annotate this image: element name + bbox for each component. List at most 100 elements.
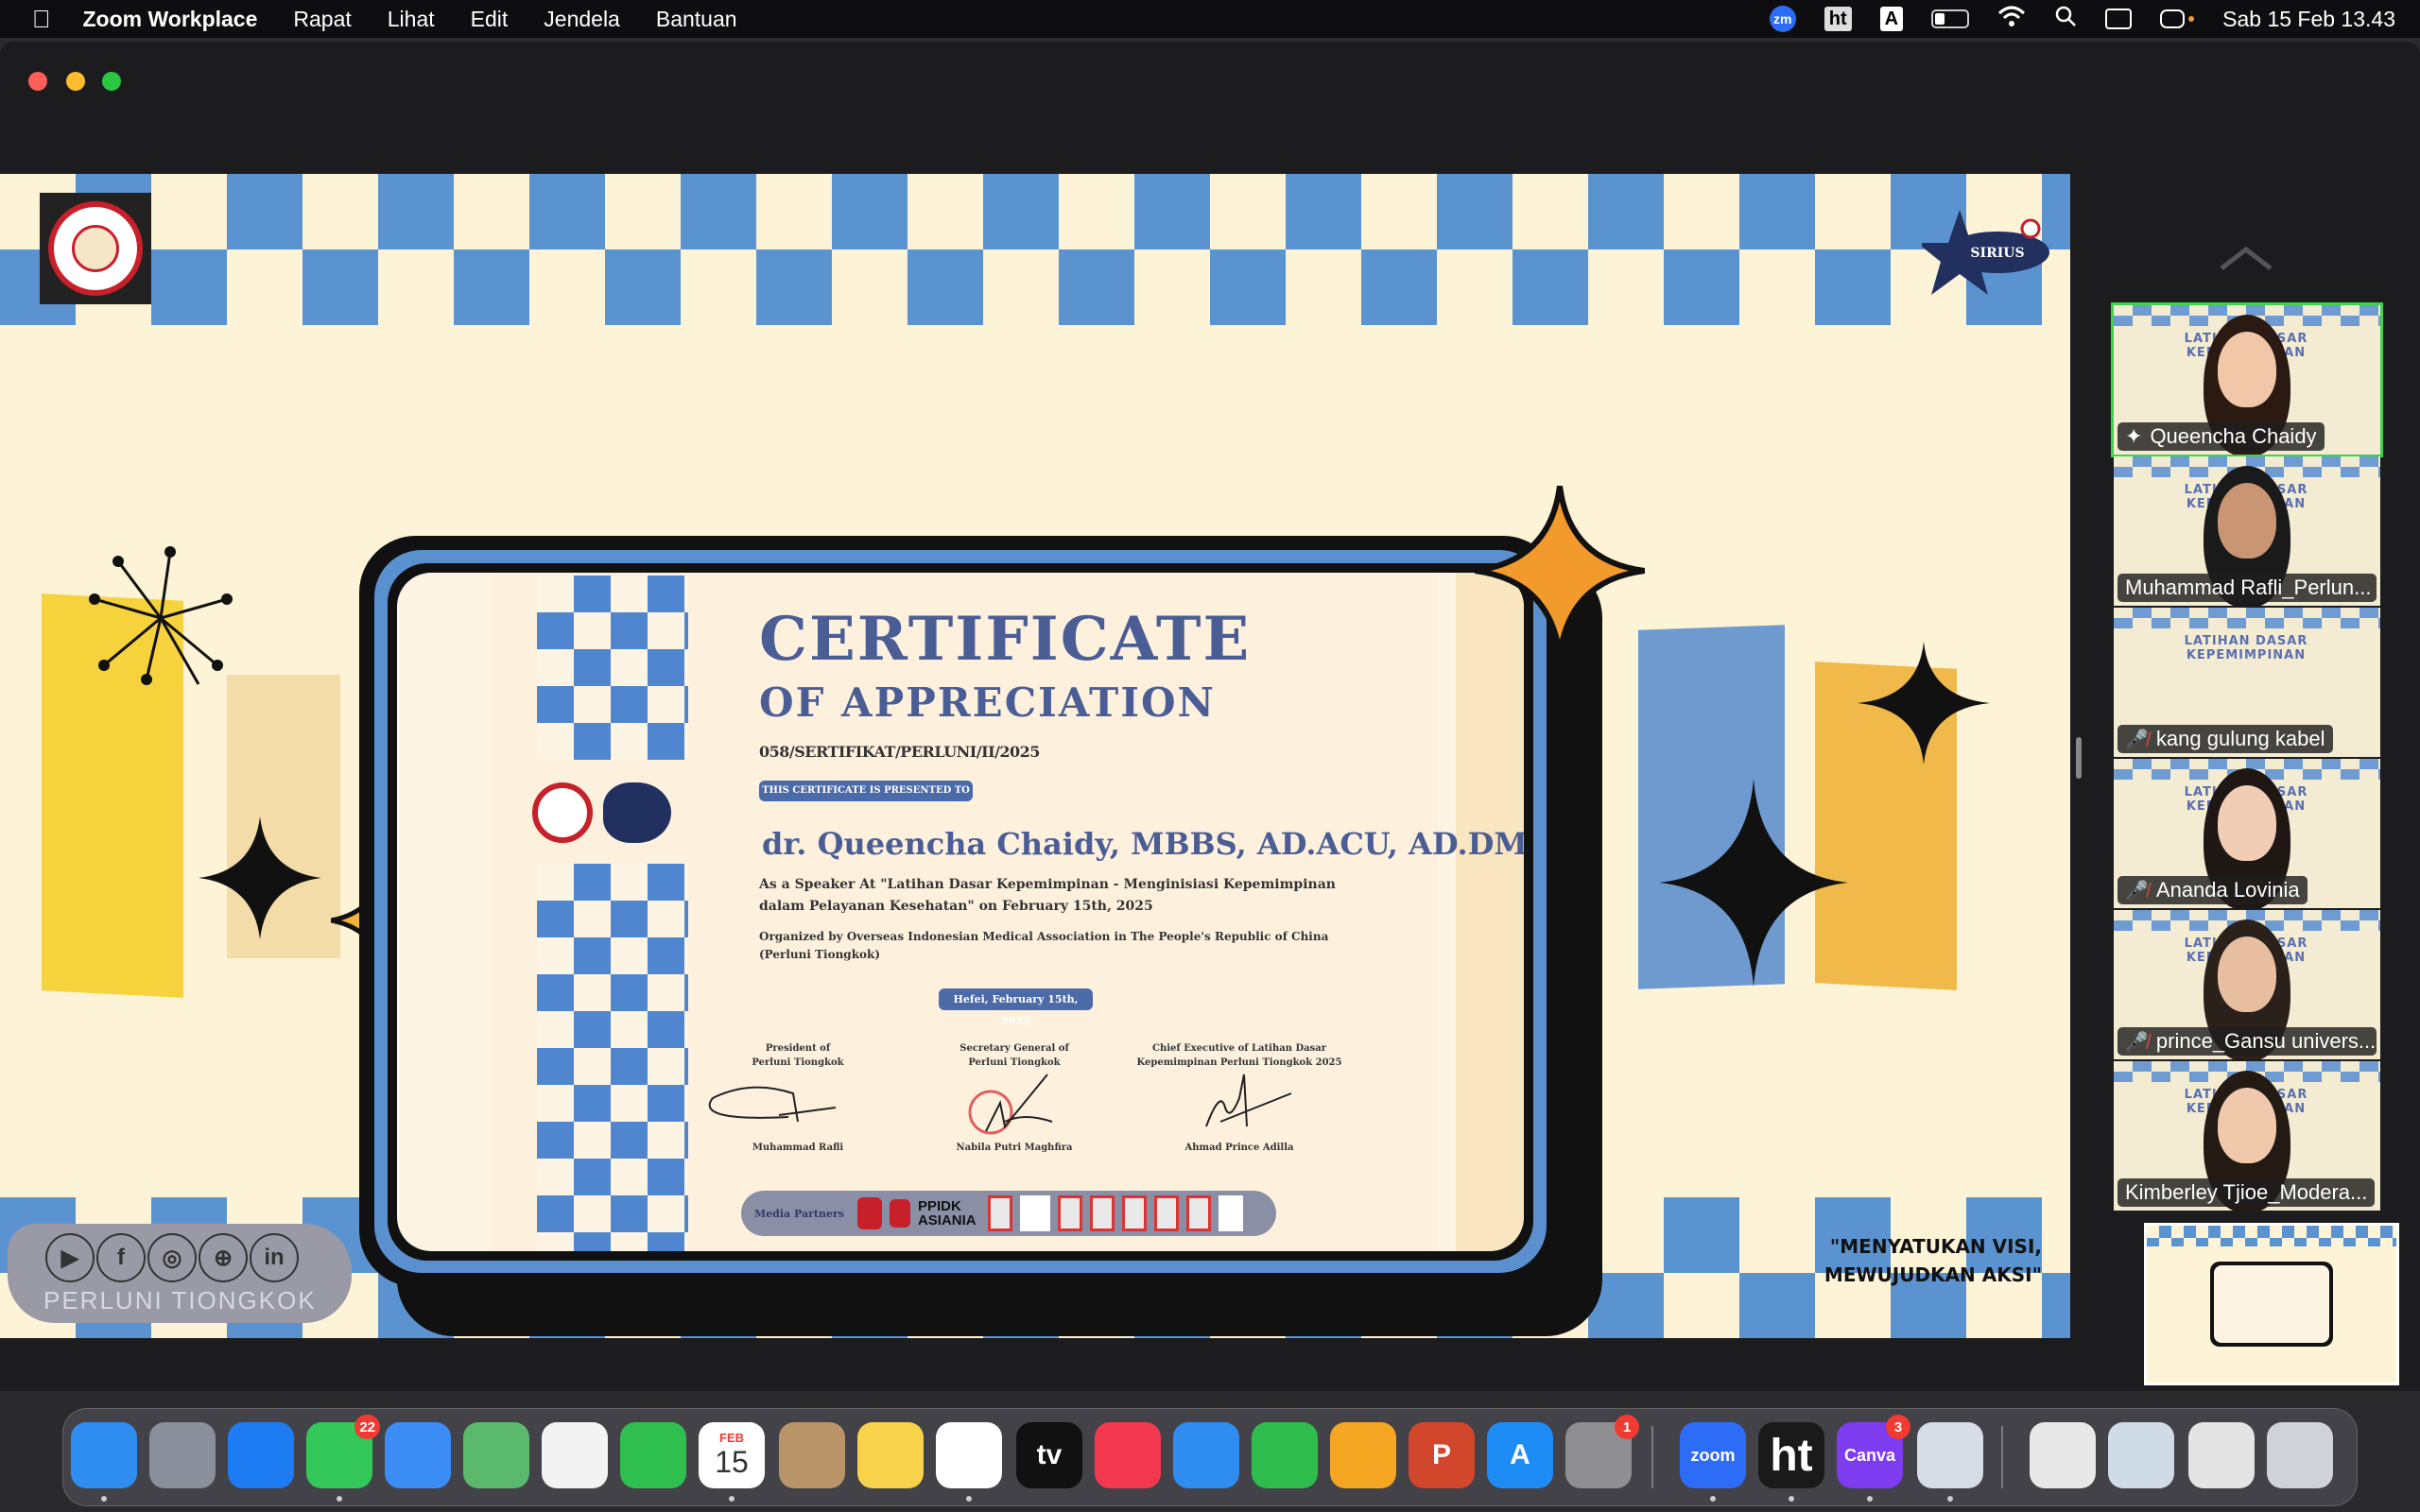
dribbble-icon[interactable]: ⊕ xyxy=(199,1233,248,1282)
menu-edit[interactable]: Edit xyxy=(471,7,509,32)
battery-icon[interactable] xyxy=(1931,9,1970,28)
menu-app-name[interactable]: Zoom Workplace xyxy=(83,7,258,32)
participant-tile[interactable]: LATIHAN DASAR KEPEMIMPINAN 🎤̸ kang gulung … xyxy=(2114,608,2380,757)
participant-tile[interactable]: LATIHAN DASAR KEPEMIMPINANMuhammad Rafli… xyxy=(2114,456,2380,606)
dock-mail-icon[interactable] xyxy=(385,1422,451,1488)
minimize-window-button[interactable] xyxy=(66,72,85,91)
slogan: "MENYATUKAN VISI, MEWUJUDKAN AKSI" xyxy=(1796,1232,2042,1289)
dock-keynote-icon[interactable] xyxy=(1173,1422,1239,1488)
running-indicator xyxy=(729,1496,735,1502)
dock-ht-icon[interactable]: ht xyxy=(1758,1422,1824,1488)
dock-system-settings-icon[interactable]: 1 xyxy=(1565,1415,1639,1488)
dock-recent-window-1-icon[interactable] xyxy=(2030,1422,2096,1488)
dock-recent-window-2-icon[interactable] xyxy=(2108,1422,2174,1488)
black-star-right-icon xyxy=(1659,779,1848,987)
dock-app-label: Canva xyxy=(1843,1445,1896,1465)
panel-resize-handle[interactable] xyxy=(2076,737,2082,779)
signatory-title: Chief Executive of Latihan Dasar xyxy=(1152,1043,1326,1054)
signature-rafli xyxy=(708,1086,837,1123)
black-sparkle-icon xyxy=(199,816,321,939)
signatory-title: Perluni Tiongkok xyxy=(968,1057,1061,1068)
screen-mirroring-icon[interactable] xyxy=(2105,9,2133,29)
dock-calendar-icon[interactable]: FEB 15 xyxy=(699,1422,765,1488)
dock-finder-icon[interactable] xyxy=(71,1422,137,1488)
dock-apple-tv-icon[interactable]: tv xyxy=(1016,1422,1082,1488)
sirius-small-logo xyxy=(603,782,671,843)
starburst-icon xyxy=(89,546,233,685)
dock-divider xyxy=(2001,1426,2003,1488)
search-icon[interactable] xyxy=(2054,5,2077,33)
muted-microphone-icon: 🎤̸ xyxy=(2125,1031,2149,1053)
running-indicator xyxy=(1947,1496,1953,1502)
media-partners-bar: Media Partners PPIDK ASIANIA xyxy=(741,1191,1276,1236)
small-black-star-icon xyxy=(1858,642,1990,765)
dock-pages-icon[interactable] xyxy=(1330,1422,1396,1488)
menu-rapat[interactable]: Rapat xyxy=(293,7,351,32)
menu-jendela[interactable]: Jendela xyxy=(544,7,620,32)
participant-gallery: LATIHAN DASAR KEPEMIMPINAN ✦ Queencha Chai… xyxy=(2111,302,2383,1212)
running-indicator xyxy=(1789,1496,1794,1502)
dock-trash-icon[interactable] xyxy=(2267,1422,2333,1488)
dock-app-store-icon[interactable]: A xyxy=(1487,1422,1553,1488)
dock-notes-icon[interactable] xyxy=(857,1422,924,1488)
input-source-icon[interactable]: A xyxy=(1879,7,1904,31)
control-center-icon[interactable] xyxy=(2160,9,2195,28)
participant-tile[interactable]: LATIHAN DASAR KEPEMIMPINANKimberley Tjio… xyxy=(2114,1061,2380,1211)
menu-bantuan[interactable]: Bantuan xyxy=(656,7,737,32)
social-label: PERLUNI TIONGKOK xyxy=(43,1286,317,1314)
signatory-title: Secretary General of xyxy=(959,1043,1069,1054)
instagram-icon[interactable]: ◎ xyxy=(147,1233,197,1282)
dock-messages-icon[interactable]: 22 xyxy=(306,1415,380,1488)
partner-logo xyxy=(1185,1195,1211,1231)
dock-canva-icon[interactable]: Canva 3 xyxy=(1837,1415,1910,1488)
muted-microphone-icon: 🎤̸ xyxy=(2125,729,2149,750)
menu-clock[interactable]: Sab 15 Feb 13.43 xyxy=(2222,7,2395,32)
dock-music-icon[interactable] xyxy=(1095,1422,1161,1488)
signatory-name: Nabila Putri Maghfira xyxy=(956,1143,1073,1153)
dock-freeform-icon[interactable] xyxy=(936,1422,1002,1488)
close-window-button[interactable] xyxy=(28,72,47,91)
perluni-small-logo xyxy=(532,782,593,843)
participant-face xyxy=(2218,332,2276,407)
participant-name: Muhammad Rafli_Perlun... xyxy=(2125,576,2372,599)
dock-maps-icon[interactable] xyxy=(463,1422,529,1488)
ht-status-icon[interactable]: ht xyxy=(1824,7,1852,31)
wifi-icon[interactable] xyxy=(1997,5,2026,33)
scroll-up-chevron-icon[interactable] xyxy=(2218,244,2274,272)
partner-logo xyxy=(856,1197,882,1229)
dock-numbers-icon[interactable] xyxy=(1252,1422,1318,1488)
running-indicator xyxy=(1867,1496,1873,1502)
top-checker-band xyxy=(0,174,2070,325)
dock-photos-icon[interactable] xyxy=(542,1422,608,1488)
dock-recent-window-3-icon[interactable] xyxy=(2188,1422,2255,1488)
shared-screen: SIRIUS CERTIFICATE OF APPRECIATION 058/S… xyxy=(0,174,2070,1338)
dock-app-label: tv xyxy=(1036,1439,1063,1470)
dock-contacts-icon[interactable] xyxy=(779,1422,845,1488)
signatory-name: Muhammad Rafli xyxy=(752,1143,844,1153)
zoom-status-icon[interactable]: zm xyxy=(1769,6,1796,32)
signatory-title: Perluni Tiongkok xyxy=(752,1057,844,1068)
dock-launchpad-icon[interactable] xyxy=(149,1422,216,1488)
dock-safari-icon[interactable] xyxy=(228,1422,294,1488)
participant-name-label: 🎤̸ kang gulung kabel xyxy=(2118,725,2333,753)
notification-badge: 22 xyxy=(354,1415,380,1439)
linkedin-icon[interactable]: in xyxy=(250,1233,299,1282)
partner-logo xyxy=(889,1199,910,1228)
signature-ahmad xyxy=(1205,1074,1292,1127)
calendar-month: FEB xyxy=(719,1431,744,1445)
apple-icon[interactable]:  xyxy=(32,5,51,34)
participant-tile[interactable]: LATIHAN DASAR KEPEMIMPINAN🎤̸Ananda Lovin… xyxy=(2114,759,2380,908)
participant-tile[interactable]: LATIHAN DASAR KEPEMIMPINAN✦Queencha Chai… xyxy=(2111,302,2383,457)
fullscreen-window-button[interactable] xyxy=(102,72,121,91)
participant-tile[interactable]: LATIHAN DASAR KEPEMIMPINAN🎤̸prince_Gansu… xyxy=(2114,910,2380,1059)
menu-lihat[interactable]: Lihat xyxy=(388,7,435,32)
participant-name: Kimberley Tjioe_Modera... xyxy=(2125,1180,2368,1204)
youtube-icon[interactable]: ▶ xyxy=(45,1233,95,1282)
dock-powerpoint-icon[interactable]: P xyxy=(1409,1422,1475,1488)
shared-screen-thumbnail[interactable] xyxy=(2144,1223,2399,1385)
facebook-icon[interactable]: f xyxy=(96,1233,146,1282)
dock-zoom-icon[interactable]: zoom xyxy=(1680,1422,1746,1488)
signature-block-chief-executive: Chief Executive of Latihan Dasar Kepemim… xyxy=(1116,1041,1362,1155)
dock-preview-icon[interactable] xyxy=(1917,1422,1983,1488)
dock-facetime-icon[interactable] xyxy=(620,1422,686,1488)
